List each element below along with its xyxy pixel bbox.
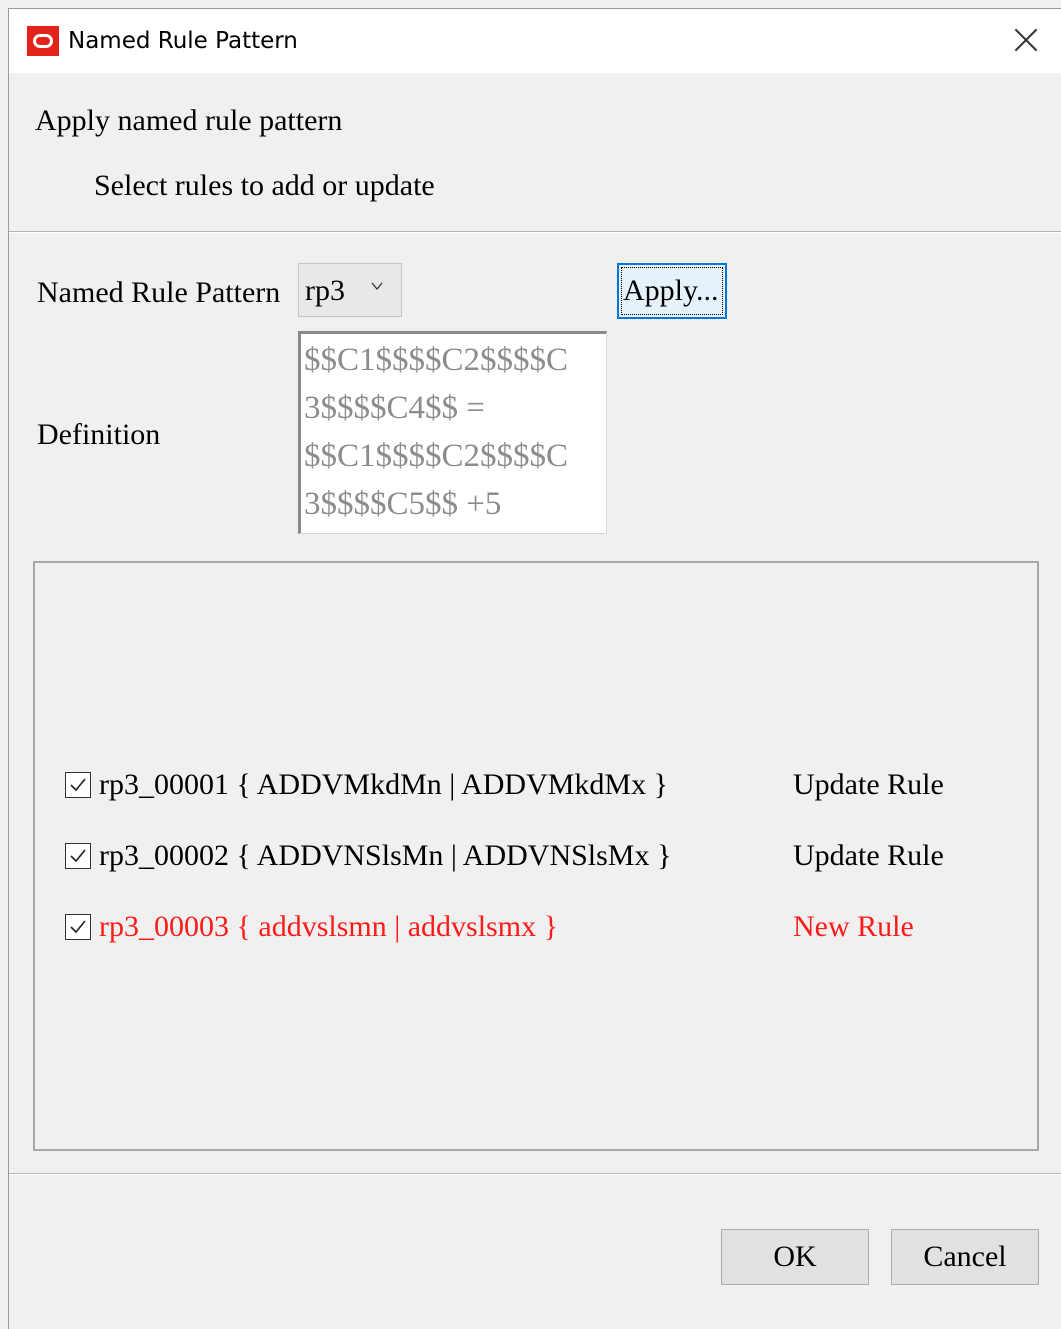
chevron-down-icon (371, 282, 383, 291)
definition-line: 3$$$$C4$$ = (304, 390, 485, 426)
rule-action: Update Rule (793, 768, 944, 801)
rules-list-panel: rp3_00001 { ADDVMkdMn | ADDVMkdMx } Upda… (33, 561, 1039, 1151)
rule-label: rp3_00001 { ADDVMkdMn | ADDVMkdMx } (99, 768, 669, 801)
cancel-button-label: Cancel (923, 1240, 1007, 1273)
checkmark-icon (70, 778, 86, 792)
window-title: Named Rule Pattern (68, 28, 298, 54)
page-title: Apply named rule pattern (35, 104, 343, 137)
cancel-button[interactable]: Cancel (891, 1229, 1039, 1285)
rule-action: Update Rule (793, 839, 944, 872)
checkmark-icon (70, 849, 86, 863)
rule-checkbox[interactable] (65, 914, 91, 940)
ok-button[interactable]: OK (721, 1229, 869, 1285)
definition-line: 3$$$$C5$$ +5 (304, 486, 502, 522)
definition-label: Definition (37, 418, 161, 451)
rule-label: rp3_00002 { ADDVNSlsMn | ADDVNSlsMx } (99, 839, 672, 872)
rule-row: rp3_00003 { addvslsmn | addvslsmx } New … (65, 908, 1005, 948)
rule-row: rp3_00002 { ADDVNSlsMn | ADDVNSlsMx } Up… (65, 837, 1005, 877)
rule-action: New Rule (793, 910, 914, 943)
title-bar: Named Rule Pattern (9, 9, 1061, 73)
apply-button[interactable]: Apply... (617, 263, 727, 319)
definition-line: $$C1$$$$C2$$$$C (304, 438, 569, 474)
oracle-logo-icon (27, 26, 59, 56)
header-divider (9, 231, 1061, 233)
dialog-window: Named Rule Pattern Apply named rule patt… (8, 8, 1061, 1329)
ok-button-label: OK (773, 1240, 817, 1273)
definition-line: $$C1$$$$C2$$$$C (304, 342, 569, 378)
rule-label: rp3_00003 { addvslsmn | addvslsmx } (99, 910, 558, 943)
close-icon[interactable] (1013, 27, 1039, 53)
named-rule-pattern-value: rp3 (305, 274, 345, 307)
definition-textarea[interactable]: $$C1$$$$C2$$$$C 3$$$$C4$$ = $$C1$$$$C2$$… (298, 331, 607, 534)
named-rule-pattern-select[interactable]: rp3 (298, 263, 402, 317)
apply-button-label: Apply... (623, 274, 719, 307)
rule-checkbox[interactable] (65, 843, 91, 869)
named-rule-pattern-label: Named Rule Pattern (37, 276, 281, 309)
page-subtitle: Select rules to add or update (94, 169, 435, 202)
footer-divider (9, 1173, 1061, 1175)
rule-checkbox[interactable] (65, 772, 91, 798)
rule-row: rp3_00001 { ADDVMkdMn | ADDVMkdMx } Upda… (65, 766, 1005, 806)
checkmark-icon (70, 920, 86, 934)
